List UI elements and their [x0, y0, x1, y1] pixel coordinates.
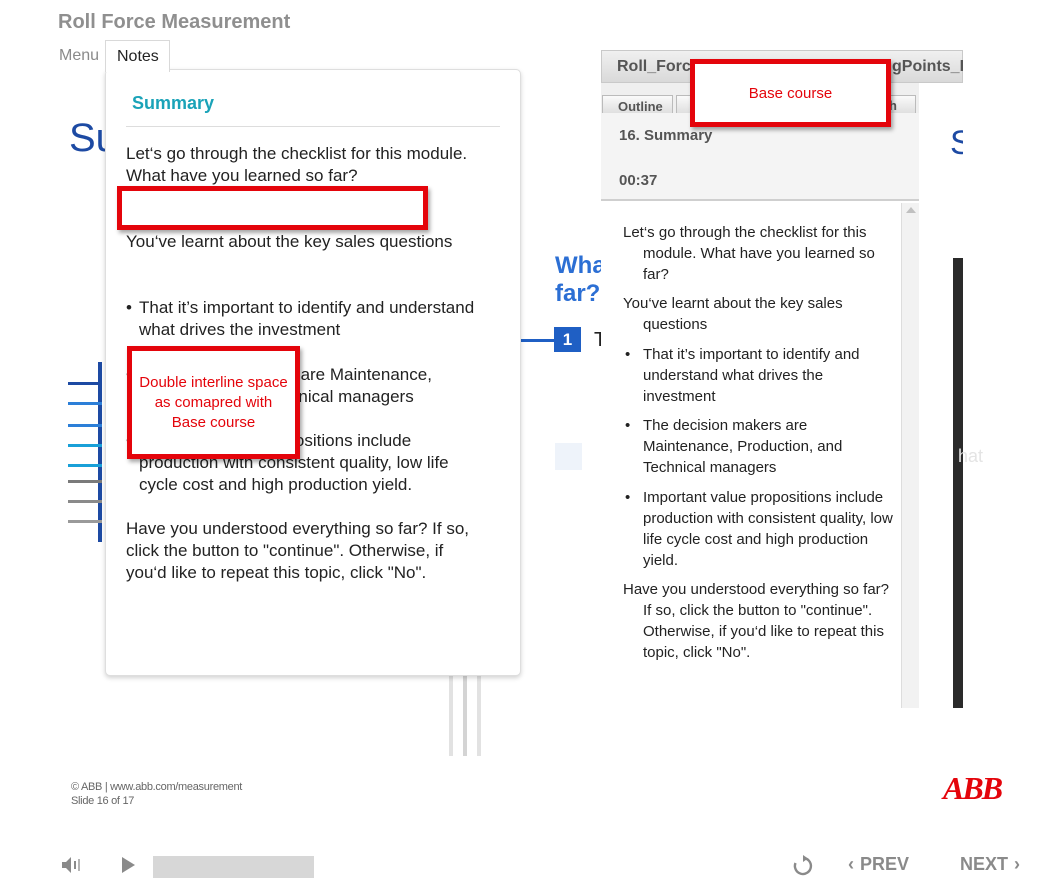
scroll-up-icon[interactable] [906, 207, 916, 213]
annotation-highlight-box [117, 186, 428, 230]
slide-question-line: Wha [555, 252, 601, 279]
next-label: NEXT [960, 854, 1009, 874]
progress-bar[interactable] [153, 856, 314, 878]
volume-icon[interactable] [60, 855, 82, 875]
base-bullet: • That it’s important to identify and und… [625, 346, 860, 405]
prev-button[interactable]: ‹ PREV [848, 854, 909, 875]
tab-menu[interactable]: Menu [59, 47, 99, 65]
replay-icon[interactable] [792, 855, 814, 877]
notes-bullet-text: That it’s important to identify and unde… [139, 298, 475, 339]
prev-label: PREV [860, 854, 910, 874]
connector-line [520, 339, 554, 342]
decorative-lines [68, 362, 102, 542]
notes-paragraph: You‘ve learnt about the key sales questi… [126, 232, 453, 251]
base-slide-time: 00:37 [619, 172, 658, 189]
base-slide-title-fragment: S [950, 124, 963, 162]
chevron-left-icon: ‹ [848, 854, 854, 874]
notes-heading: Summary [132, 93, 215, 113]
tab-notes[interactable]: Notes [105, 40, 170, 72]
annotation-callout-base: Base course [690, 59, 891, 127]
slide-question: Wha far? [555, 252, 601, 308]
decorative-vertical-lines [449, 676, 481, 756]
annotation-callout-spacing: Double interline space as comapred with … [127, 346, 300, 459]
base-bullet: • The decision makers are Maintenance, Pr… [625, 417, 843, 476]
play-icon[interactable] [120, 856, 136, 874]
chevron-right-icon: › [1014, 854, 1021, 874]
base-bullet-text: The decision makers are Maintenance, Pro… [643, 417, 843, 476]
base-paragraph: Have you understood everything so far? I… [623, 581, 889, 661]
base-paragraph: You‘ve learnt about the key sales questi… [623, 295, 843, 333]
next-button[interactable]: NEXT › [960, 854, 1020, 875]
base-course-screenshot: Roll_Force gPoints_E Outline h 16. Summa… [601, 50, 963, 708]
slide-question-line: far? [555, 280, 601, 307]
base-slide-title: 16. Summary [619, 127, 713, 144]
app-title: Roll Force Measurement [58, 11, 291, 33]
base-bullet-text: That it’s important to identify and unde… [643, 346, 860, 405]
base-bullet-text: Important value propositions include pro… [643, 489, 893, 569]
item-number-badge: 1 [554, 327, 581, 352]
base-bullet: • Important value propositions include pr… [625, 489, 893, 569]
base-paragraph: Let‘s go through the checklist for this … [623, 224, 875, 283]
faint-item-box [555, 443, 582, 470]
base-header-title: Roll_Force [617, 58, 700, 75]
base-slide-image [953, 258, 963, 708]
notes-bullet: • That it’s important to identify and und… [126, 298, 475, 339]
base-header-title-end: gPoints_E [892, 58, 963, 75]
faint-slide-text: hat [958, 446, 984, 466]
notes-paragraph: Let‘s go through the checklist for this … [126, 144, 468, 185]
base-scrollbar[interactable] [901, 203, 919, 708]
footer-slide-counter: Slide 16 of 17 [71, 795, 135, 807]
abb-logo: ABB [943, 770, 1003, 806]
footer-copyright: © ABB | www.abb.com/measurement [71, 781, 243, 793]
divider [126, 126, 500, 127]
notes-paragraph: Have you understood everything so far? I… [126, 519, 470, 582]
